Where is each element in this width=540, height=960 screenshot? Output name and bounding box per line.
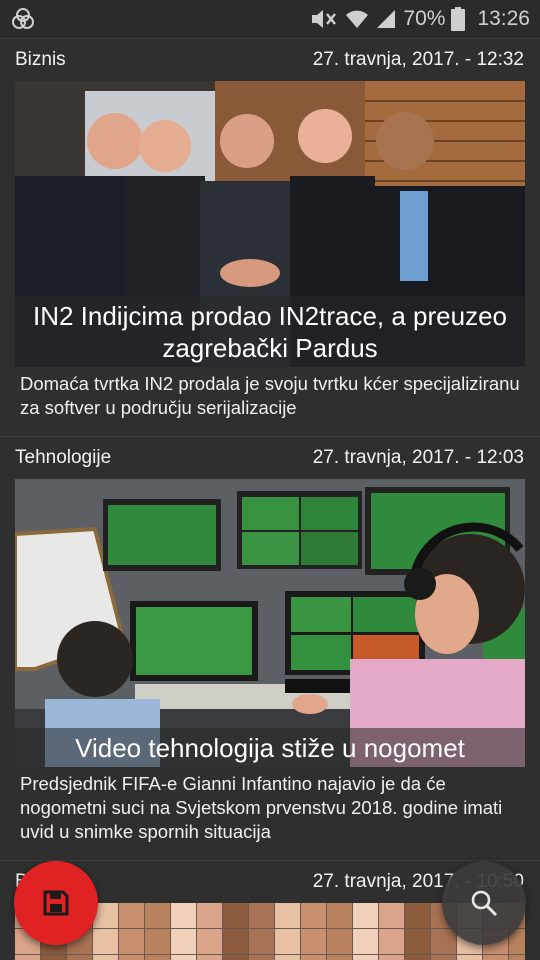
- article-header: Tehnologije 27. travnja, 2017. - 12:03: [0, 437, 540, 479]
- battery-icon: [451, 7, 466, 31]
- article-headline[interactable]: Video tehnologija stiže u nogomet: [15, 728, 525, 767]
- save-button[interactable]: [14, 861, 98, 945]
- clock: 13:26: [477, 7, 530, 30]
- article-category: Tehnologije: [15, 447, 112, 468]
- article-date: 27. travnja, 2017. - 12:32: [312, 49, 524, 70]
- mute-icon: [312, 10, 337, 28]
- article-image[interactable]: Video tehnologija stiže u nogomet: [15, 479, 525, 767]
- article-image[interactable]: IN2 Indijcima prodao IN2trace, a preuzeo…: [15, 81, 525, 367]
- save-icon: [43, 890, 69, 916]
- battery-percent: 70%: [403, 7, 446, 30]
- app-icon: [12, 8, 34, 29]
- article-card[interactable]: Tehnologije 27. travnja, 2017. - 12:03 V…: [0, 436, 540, 854]
- article-summary[interactable]: Domaća tvrtka IN2 prodala je svoju tvrtk…: [0, 367, 540, 430]
- article-card[interactable]: Biznis 27. travnja, 2017. - 12:32 IN2 In…: [0, 38, 540, 430]
- wifi-icon: [346, 10, 369, 28]
- status-bar: 70% 13:26: [0, 0, 540, 38]
- signal-icon: [377, 10, 396, 28]
- article-headline[interactable]: IN2 Indijcima prodao IN2trace, a preuzeo…: [15, 296, 525, 367]
- search-icon: [471, 890, 498, 917]
- video-referee-room-photo: [15, 479, 525, 767]
- article-date: 27. travnja, 2017. - 12:03: [312, 447, 524, 468]
- search-button[interactable]: [442, 861, 526, 945]
- news-feed[interactable]: Biznis 27. travnja, 2017. - 12:32 IN2 In…: [0, 38, 540, 960]
- article-header: Biznis 27. travnja, 2017. - 12:32: [0, 39, 540, 81]
- article-category: Biznis: [15, 49, 66, 70]
- article-summary[interactable]: Predsjednik FIFA-e Gianni Infantino naja…: [0, 767, 540, 854]
